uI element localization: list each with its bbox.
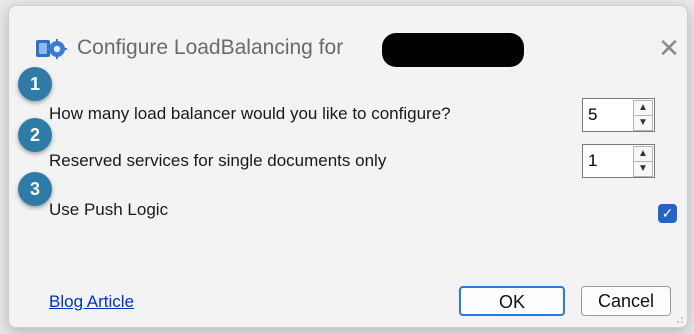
title-bar: Configure LoadBalancing for ✕	[9, 6, 687, 78]
load-balancer-count-stepper[interactable]: 5 ▲ ▼	[582, 98, 655, 132]
resize-grip-icon[interactable]	[677, 317, 683, 323]
configure-loadbalancing-dialog: Configure LoadBalancing for ✕ 1 How many…	[8, 5, 688, 328]
increment-icon[interactable]: ▲	[633, 100, 653, 116]
use-push-logic-label: Use Push Logic	[49, 200, 169, 219]
dialog-title: Configure LoadBalancing for	[77, 36, 344, 59]
checkmark-icon: ✓	[661, 205, 674, 221]
close-button[interactable]: ✕	[654, 33, 684, 63]
close-icon: ✕	[658, 33, 680, 63]
load-balancer-count-label: How many load balancer would you like to…	[49, 104, 451, 123]
reserved-services-value[interactable]: 1	[588, 151, 597, 171]
reserved-services-label: Reserved services for single documents o…	[49, 151, 387, 170]
use-push-logic-checkbox[interactable]: ✓	[658, 204, 677, 223]
step-badge-2: 2	[18, 118, 52, 152]
step-badge-3: 3	[18, 172, 52, 206]
reserved-services-stepper[interactable]: 1 ▲ ▼	[582, 144, 655, 178]
redacted-block	[382, 33, 524, 67]
increment-icon[interactable]: ▲	[633, 146, 653, 162]
blog-article-link[interactable]: Blog Article	[49, 292, 134, 312]
load-balancer-count-value[interactable]: 5	[588, 105, 597, 125]
decrement-icon[interactable]: ▼	[633, 116, 653, 131]
cancel-button[interactable]: Cancel	[581, 286, 671, 316]
app-icon	[35, 37, 67, 61]
step-badge-1: 1	[18, 67, 52, 101]
ok-button[interactable]: OK	[459, 286, 565, 316]
decrement-icon[interactable]: ▼	[633, 162, 653, 177]
